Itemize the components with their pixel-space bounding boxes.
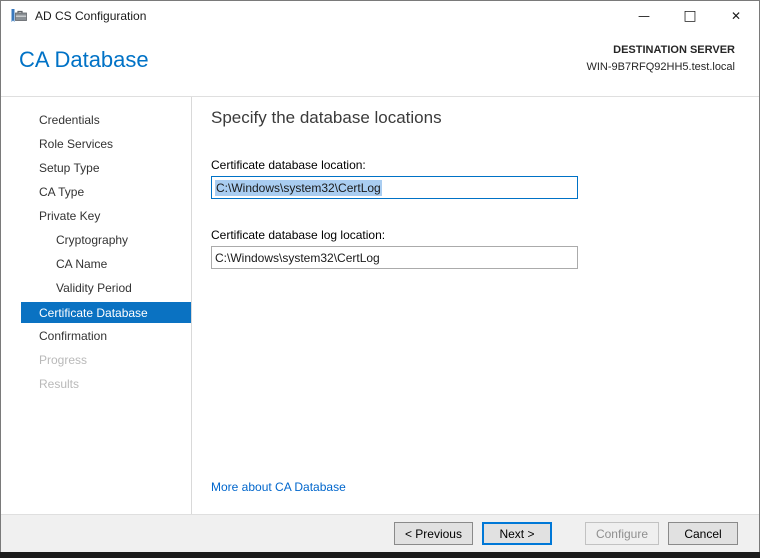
wizard-header: CA Database DESTINATION SERVER WIN-9B7RF… [1, 31, 759, 97]
content-heading: Specify the database locations [211, 108, 442, 127]
destination-server-label: DESTINATION SERVER [613, 44, 735, 56]
wizard-body: Credentials Role Services Setup Type CA … [1, 97, 759, 514]
screen: AD CS Configuration — □ ✕ CA Database DE… [0, 0, 760, 558]
close-icon: ✕ [730, 9, 742, 23]
selected-text: C:\Windows\system32\CertLog [215, 179, 382, 196]
certificate-database-log-location-label: Certificate database log location: [211, 228, 386, 242]
wizard-steps-nav: Credentials Role Services Setup Type CA … [1, 97, 192, 514]
app-toolbox-icon [11, 9, 27, 22]
taskbar-sliver [0, 552, 760, 558]
configure-button[interactable]: Configure [584, 522, 659, 545]
sidebar-item-setup-type[interactable]: Setup Type [1, 156, 191, 180]
sidebar-item-confirmation[interactable]: Confirmation [1, 324, 191, 348]
close-button[interactable]: ✕ [713, 1, 759, 31]
maximize-icon: □ [683, 8, 697, 24]
destination-server-name: WIN-9B7RFQ92HH5.test.local [586, 61, 735, 73]
window-title: AD CS Configuration [35, 9, 147, 23]
minimize-button[interactable]: — [621, 1, 667, 31]
certificate-database-location-label: Certificate database location: [211, 158, 366, 172]
minimize-icon: — [638, 9, 650, 23]
window-controls: — □ ✕ [621, 1, 759, 31]
certificate-database-log-location-input[interactable]: C:\Windows\system32\CertLog [211, 246, 578, 269]
next-button[interactable]: Next > [481, 522, 552, 545]
cancel-button[interactable]: Cancel [668, 522, 738, 545]
content-pane: Specify the database locations Certifica… [192, 97, 759, 514]
sidebar-item-results: Results [39, 377, 80, 391]
sidebar-item-progress: Progress [39, 353, 88, 367]
more-about-ca-database-link[interactable]: More about CA Database [211, 480, 346, 494]
sidebar-item-validity-period[interactable]: Validity Period [1, 276, 191, 300]
sidebar-item-private-key[interactable]: Private Key [1, 204, 191, 228]
wizard-footer: < Previous Next > Configure Cancel [1, 514, 759, 552]
sidebar-item-certificate-database[interactable]: Certificate Database [21, 302, 191, 323]
ad-cs-configuration-window: AD CS Configuration — □ ✕ CA Database DE… [0, 0, 760, 553]
maximize-button[interactable]: □ [667, 1, 713, 31]
sidebar-item-ca-name[interactable]: CA Name [1, 252, 191, 276]
certificate-database-location-input[interactable]: C:\Windows\system32\CertLog [211, 176, 578, 199]
destination-server-block: DESTINATION SERVER WIN-9B7RFQ92HH5.test.… [586, 42, 735, 96]
page-title: CA Database [19, 47, 149, 72]
sidebar-item-ca-type[interactable]: CA Type [1, 180, 191, 204]
previous-button[interactable]: < Previous [393, 522, 473, 545]
sidebar-item-credentials[interactable]: Credentials [1, 108, 191, 132]
sidebar-item-cryptography[interactable]: Cryptography [1, 228, 191, 252]
titlebar[interactable]: AD CS Configuration — □ ✕ [1, 1, 759, 31]
sidebar-item-role-services[interactable]: Role Services [1, 132, 191, 156]
input-text: C:\Windows\system32\CertLog [215, 250, 380, 265]
